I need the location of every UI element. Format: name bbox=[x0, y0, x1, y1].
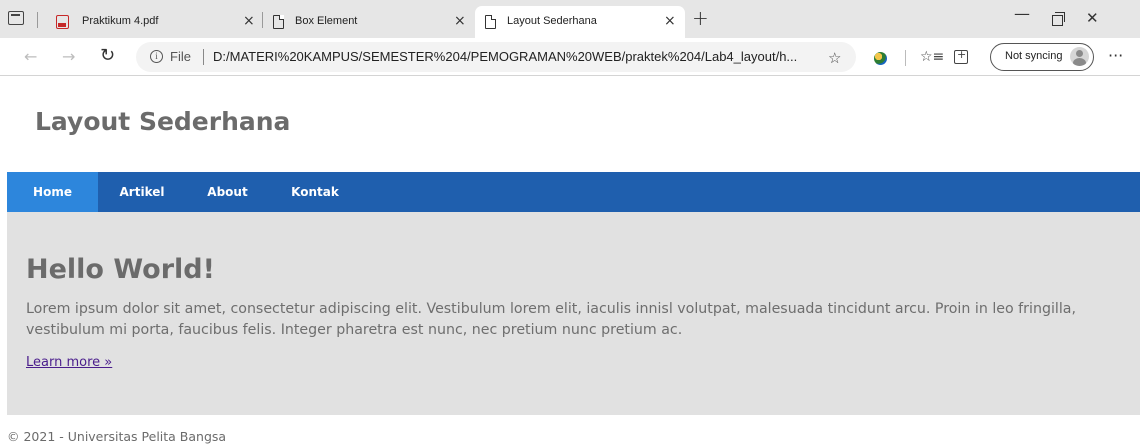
close-icon[interactable]: × bbox=[243, 13, 255, 29]
tab-title: Layout Sederhana bbox=[507, 15, 597, 27]
info-icon[interactable]: i bbox=[150, 50, 163, 63]
divider bbox=[37, 12, 38, 28]
tab-strip: Praktikum 4.pdf × Box Element × Layout S… bbox=[0, 0, 1140, 38]
address-bar[interactable]: i File D:/MATERI%20KAMPUS/SEMESTER%204/P… bbox=[136, 42, 856, 72]
web-page: Layout Sederhana Home Artikel About Kont… bbox=[0, 77, 1140, 448]
nav-item-about[interactable]: About bbox=[186, 172, 269, 212]
close-icon[interactable]: × bbox=[664, 13, 676, 29]
tab-box-element[interactable]: Box Element × bbox=[263, 6, 475, 38]
divider bbox=[203, 49, 204, 65]
nav-item-home[interactable]: Home bbox=[7, 172, 98, 212]
avatar bbox=[1070, 47, 1089, 66]
minimize-icon[interactable]: — bbox=[1014, 4, 1030, 23]
nav-item-artikel[interactable]: Artikel bbox=[98, 172, 186, 212]
hero-title: Hello World! bbox=[26, 254, 215, 285]
divider bbox=[905, 50, 906, 66]
collections-icon[interactable] bbox=[954, 48, 968, 64]
hero-section: Hello World! Lorem ipsum dolor sit amet,… bbox=[7, 212, 1140, 415]
tab-praktikum-pdf[interactable]: Praktikum 4.pdf × bbox=[46, 6, 264, 38]
browser-toolbar: ← → ↻ i File D:/MATERI%20KAMPUS/SEMESTER… bbox=[0, 38, 1140, 76]
tab-title: Praktikum 4.pdf bbox=[82, 15, 159, 27]
add-favorite-icon[interactable]: ☆ bbox=[828, 49, 841, 67]
new-tab-button[interactable]: + bbox=[692, 8, 709, 28]
hero-text: Lorem ipsum dolor sit amet, consectetur … bbox=[26, 301, 1076, 338]
document-icon bbox=[273, 15, 284, 29]
back-arrow-icon[interactable]: ← bbox=[24, 47, 37, 66]
extension-icon[interactable] bbox=[874, 52, 887, 65]
learn-more-link[interactable]: Learn more » bbox=[26, 355, 112, 370]
tab-layout-sederhana[interactable]: Layout Sederhana × bbox=[475, 6, 685, 38]
more-menu-icon[interactable]: ··· bbox=[1108, 46, 1123, 65]
footer-text: © 2021 - Universitas Pelita Bangsa bbox=[7, 429, 227, 444]
tab-title: Box Element bbox=[295, 15, 358, 27]
restore-icon[interactable] bbox=[1052, 12, 1065, 26]
window-close-icon[interactable]: ✕ bbox=[1086, 9, 1099, 27]
site-nav: Home Artikel About Kontak bbox=[7, 172, 1140, 212]
favorites-icon[interactable]: ☆≡ bbox=[920, 49, 944, 65]
close-icon[interactable]: × bbox=[454, 13, 466, 29]
address-url[interactable]: D:/MATERI%20KAMPUS/SEMESTER%204/PEMOGRAM… bbox=[213, 49, 797, 64]
site-header: Layout Sederhana bbox=[0, 77, 1140, 172]
pdf-icon bbox=[56, 15, 69, 29]
document-icon bbox=[485, 15, 496, 29]
reload-icon[interactable]: ↻ bbox=[100, 45, 115, 66]
forward-arrow-icon[interactable]: → bbox=[62, 47, 75, 66]
sync-label: Not syncing bbox=[1005, 50, 1063, 62]
site-title: Layout Sederhana bbox=[35, 107, 291, 136]
profile-sync-button[interactable]: Not syncing bbox=[990, 43, 1094, 71]
tab-actions-icon[interactable] bbox=[8, 11, 24, 25]
address-scheme-label: File bbox=[170, 49, 191, 64]
nav-item-kontak[interactable]: Kontak bbox=[269, 172, 361, 212]
